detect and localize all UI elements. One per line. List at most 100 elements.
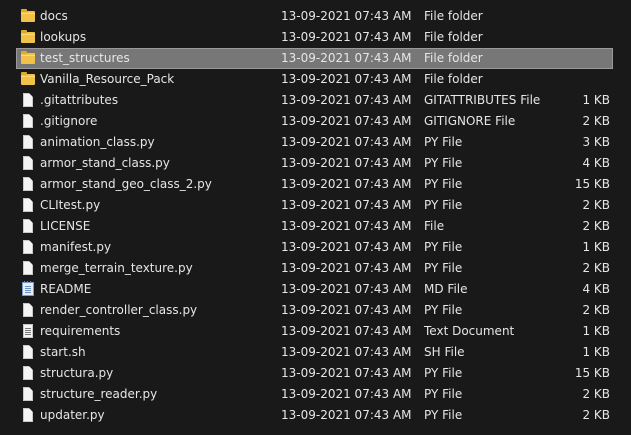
file-icon-cell (20, 6, 36, 27)
file-icon-cell (20, 342, 36, 363)
file-icon (23, 345, 33, 359)
file-type: File (424, 219, 445, 233)
file-date-modified: 13-09-2021 07:43 AM (281, 93, 412, 107)
folder-icon (21, 51, 35, 64)
file-size: 3 KB (582, 135, 610, 149)
file-date-modified: 13-09-2021 07:43 AM (281, 408, 412, 422)
file-icon (23, 93, 33, 107)
file-type: File folder (424, 51, 483, 65)
file-size: 2 KB (582, 408, 610, 422)
file-type: PY File (424, 303, 463, 317)
file-icon (23, 177, 33, 191)
file-name: Vanilla_Resource_Pack (40, 72, 175, 86)
file-type: PY File (424, 408, 463, 422)
file-type: PY File (424, 261, 463, 275)
file-name: structure_reader.py (40, 387, 158, 401)
file-name: README (40, 282, 92, 296)
file-icon (23, 408, 33, 422)
file-row[interactable]: manifest.py 13-09-2021 07:43 AM PY File 1 K… (0, 237, 631, 258)
file-type: File folder (424, 72, 483, 86)
file-row[interactable]: armor_stand_geo_class_2.py 13-09-2021 07:… (0, 174, 631, 195)
file-type: PY File (424, 240, 463, 254)
file-icon-cell (20, 111, 36, 132)
file-type: GITATTRIBUTES File (424, 93, 541, 107)
file-row[interactable]: Vanilla_Resource_Pack 13-09-2021 07:43 AM… (0, 69, 631, 90)
file-icon-cell (20, 132, 36, 153)
file-name: requirements (40, 324, 121, 338)
file-size: 2 KB (582, 114, 610, 128)
file-size: 4 KB (582, 282, 610, 296)
file-row[interactable]: render_controller_class.py 13-09-2021 07:… (0, 300, 631, 321)
file-name: structura.py (40, 366, 114, 380)
file-row[interactable]: README 13-09-2021 07:43 AM MD File 4 KB (0, 279, 631, 300)
file-icon-cell (20, 384, 36, 405)
file-row[interactable]: CLItest.py 13-09-2021 07:43 AM PY File 2 KB (0, 195, 631, 216)
file-name: docs (40, 9, 68, 23)
file-row[interactable]: start.sh 13-09-2021 07:43 AM SH File 1 KB (0, 342, 631, 363)
file-date-modified: 13-09-2021 07:43 AM (281, 345, 412, 359)
file-size: 2 KB (582, 387, 610, 401)
file-name: lookups (40, 30, 87, 44)
file-size: 1 KB (582, 324, 610, 338)
notepad-icon (22, 281, 34, 296)
file-date-modified: 13-09-2021 07:43 AM (281, 282, 412, 296)
file-icon-cell (20, 237, 36, 258)
file-icon-cell (20, 195, 36, 216)
file-row[interactable]: structura.py 13-09-2021 07:43 AM PY File 15… (0, 363, 631, 384)
file-icon-cell (20, 27, 36, 48)
file-icon (23, 303, 33, 317)
file-row[interactable]: updater.py 13-09-2021 07:43 AM PY File 2 KB (0, 405, 631, 426)
file-type: PY File (424, 177, 463, 191)
file-size: 1 KB (582, 240, 610, 254)
file-size: 2 KB (582, 219, 610, 233)
file-name: manifest.py (40, 240, 112, 254)
file-name: CLItest.py (40, 198, 101, 212)
file-row[interactable]: animation_class.py 13-09-2021 07:43 AM PY … (0, 132, 631, 153)
file-row[interactable]: armor_stand_class.py 13-09-2021 07:43 AM P… (0, 153, 631, 174)
file-size: 2 KB (582, 198, 610, 212)
file-icon (23, 387, 33, 401)
file-row[interactable]: structure_reader.py 13-09-2021 07:43 AM PY… (0, 384, 631, 405)
file-name: test_structures (40, 51, 130, 65)
folder-icon (21, 30, 35, 43)
file-name: LICENSE (40, 219, 91, 233)
file-row[interactable]: lookups 13-09-2021 07:43 AM File folder (0, 27, 631, 48)
file-icon-cell (20, 405, 36, 426)
file-row[interactable]: requirements 13-09-2021 07:43 AM Text Docu… (0, 321, 631, 342)
file-date-modified: 13-09-2021 07:43 AM (281, 324, 412, 338)
file-row[interactable]: .gitignore 13-09-2021 07:43 AM GITIGNORE F… (0, 111, 631, 132)
file-icon (23, 114, 33, 128)
file-date-modified: 13-09-2021 07:43 AM (281, 114, 412, 128)
file-icon-cell (20, 258, 36, 279)
file-icon-cell (20, 69, 36, 90)
file-name: render_controller_class.py (40, 303, 198, 317)
file-row[interactable]: .gitattributes 13-09-2021 07:43 AM GITATTR… (0, 90, 631, 111)
file-date-modified: 13-09-2021 07:43 AM (281, 30, 412, 44)
file-icon-cell (20, 174, 36, 195)
file-type: MD File (424, 282, 468, 296)
file-size: 15 KB (574, 177, 610, 191)
file-row[interactable]: docs 13-09-2021 07:43 AM File folder (0, 6, 631, 27)
file-date-modified: 13-09-2021 07:43 AM (281, 387, 412, 401)
file-size: 4 KB (582, 156, 610, 170)
file-type: PY File (424, 156, 463, 170)
file-type: PY File (424, 135, 463, 149)
file-date-modified: 13-09-2021 07:43 AM (281, 72, 412, 86)
file-date-modified: 13-09-2021 07:43 AM (281, 261, 412, 275)
file-size: 2 KB (582, 303, 610, 317)
file-icon (23, 261, 33, 275)
file-size: 1 KB (582, 93, 610, 107)
file-name: updater.py (40, 408, 105, 422)
file-date-modified: 13-09-2021 07:43 AM (281, 9, 412, 23)
file-icon-cell (20, 300, 36, 321)
file-row[interactable]: LICENSE 13-09-2021 07:43 AM File 2 KB (0, 216, 631, 237)
file-date-modified: 13-09-2021 07:43 AM (281, 366, 412, 380)
file-date-modified: 13-09-2021 07:43 AM (281, 177, 412, 191)
file-name: armor_stand_geo_class_2.py (40, 177, 212, 191)
file-name: .gitignore (40, 114, 98, 128)
file-name: merge_terrain_texture.py (40, 261, 193, 275)
file-row[interactable]: test_structures 13-09-2021 07:43 AM File f… (16, 48, 613, 69)
file-row[interactable]: merge_terrain_texture.py 13-09-2021 07:43… (0, 258, 631, 279)
file-date-modified: 13-09-2021 07:43 AM (281, 135, 412, 149)
file-type: PY File (424, 366, 463, 380)
